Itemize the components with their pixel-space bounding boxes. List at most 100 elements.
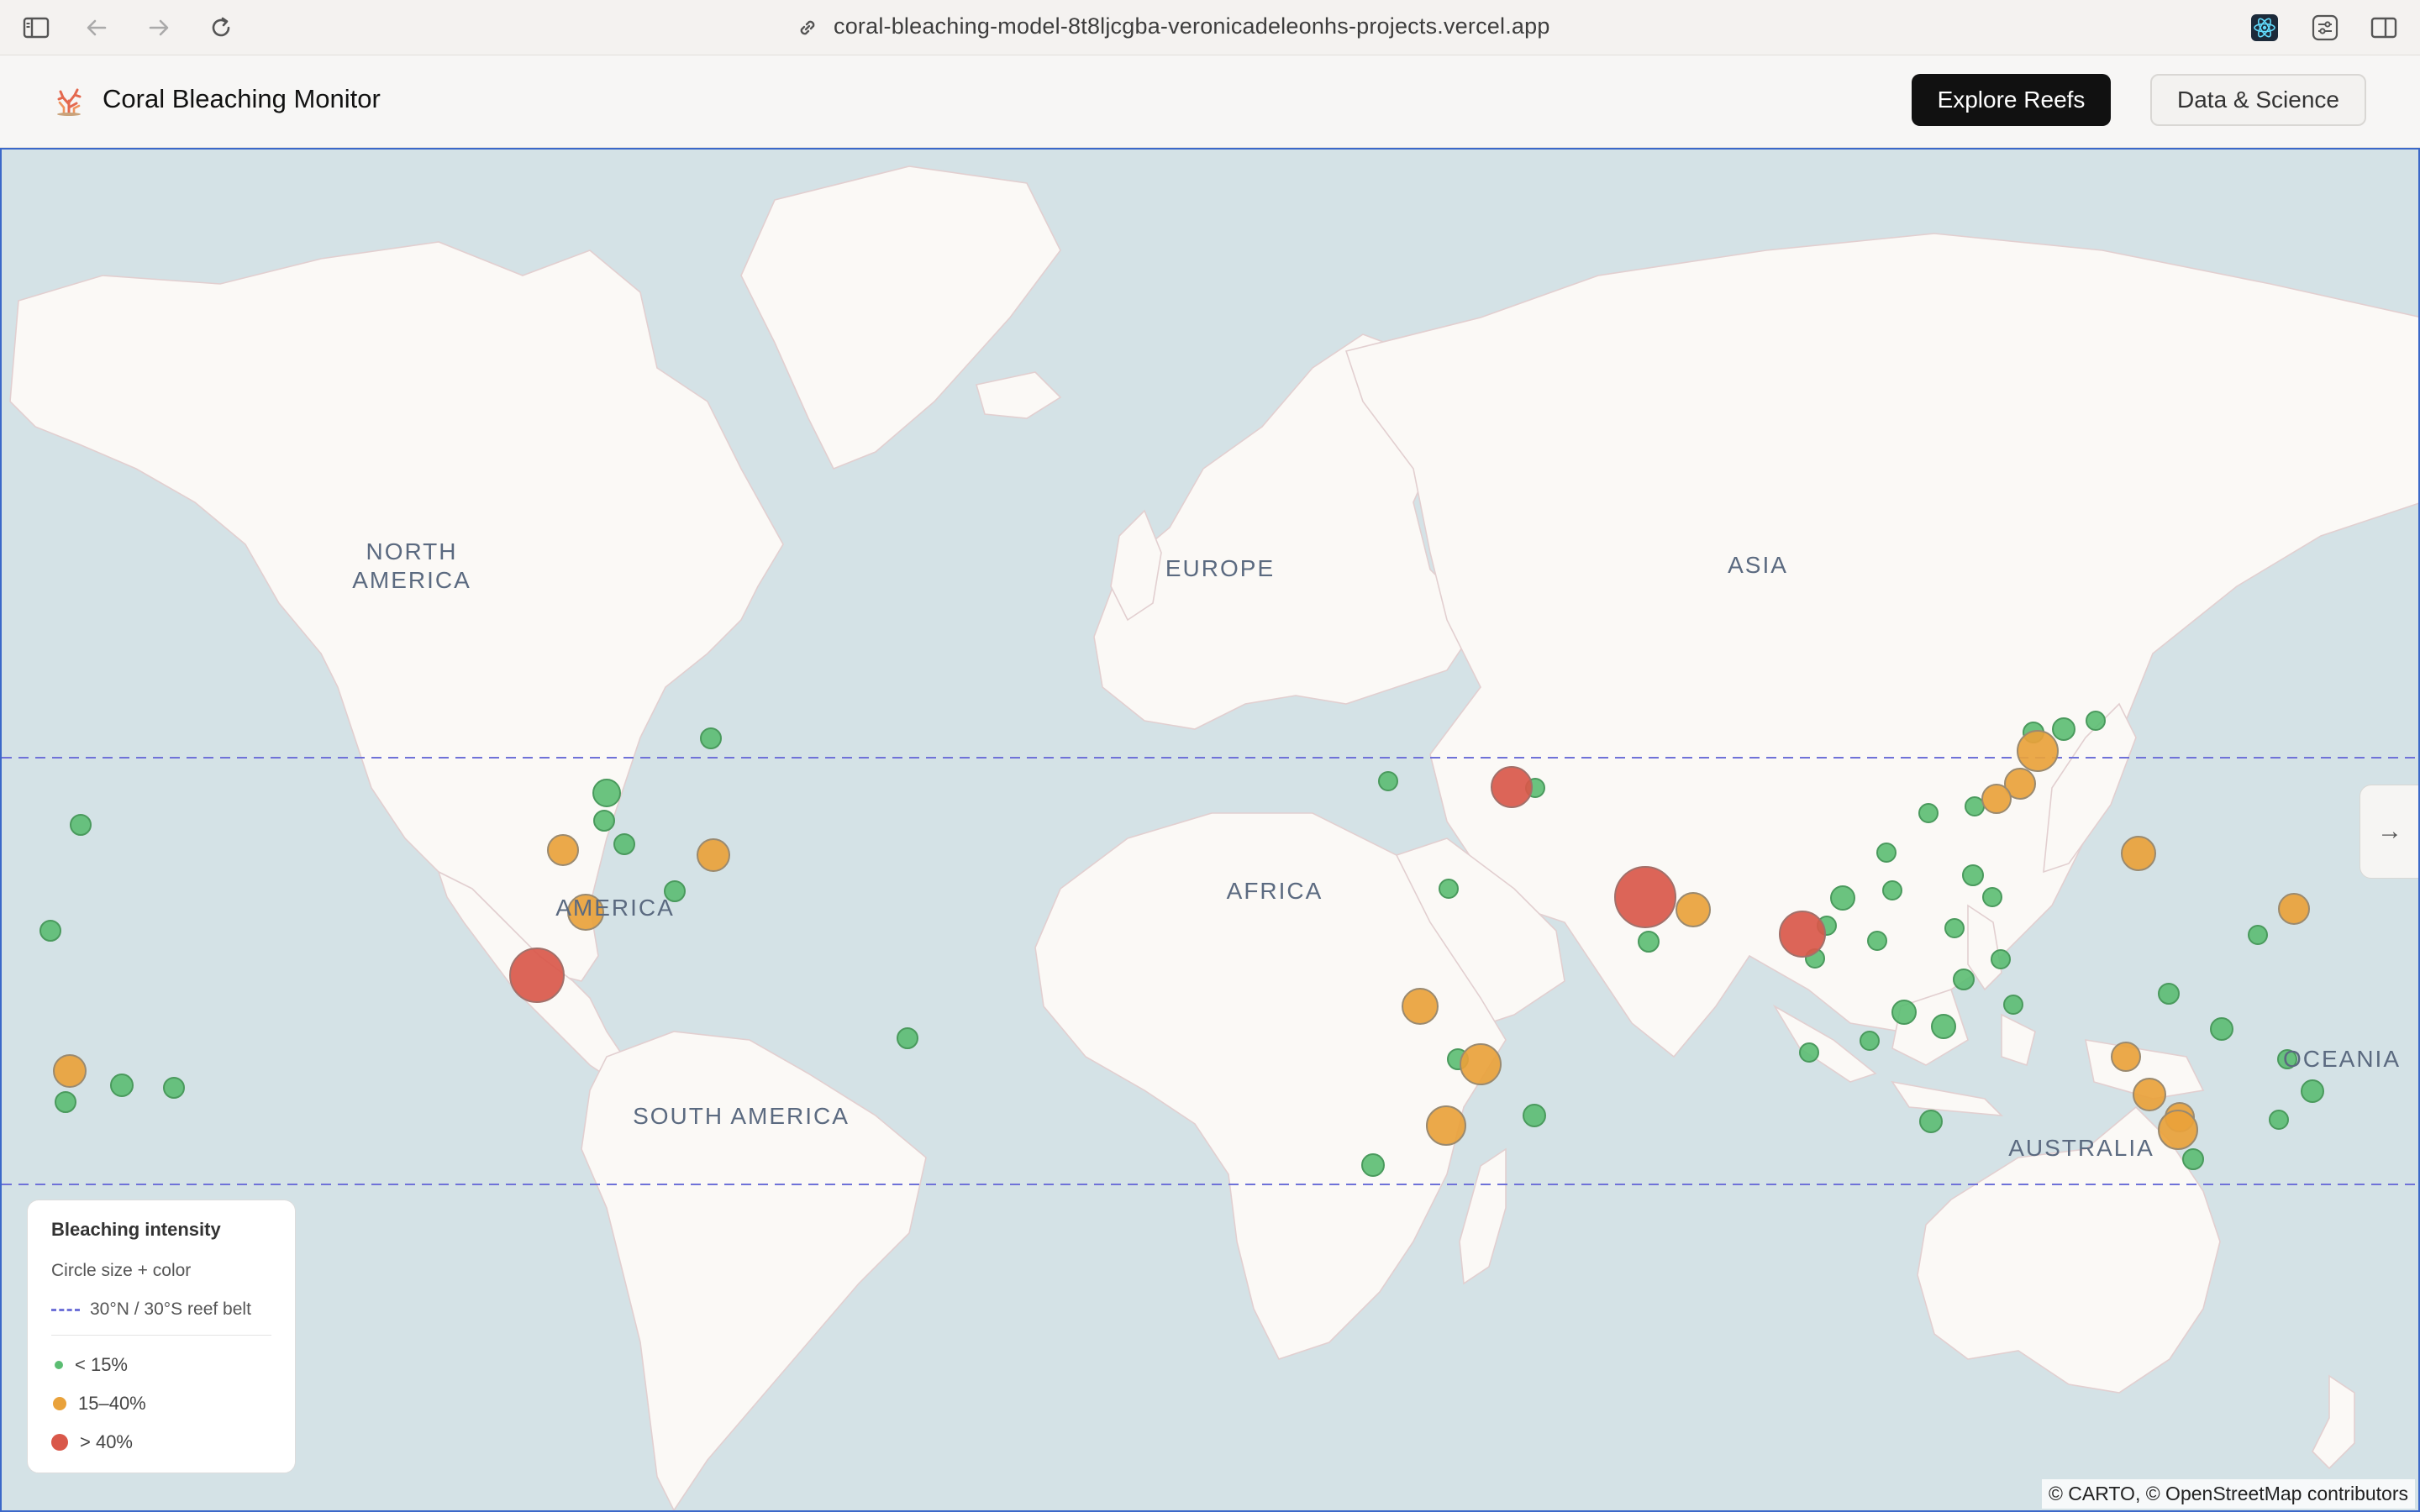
reef-marker-low (1876, 843, 1897, 863)
reef-marker-low (1523, 1104, 1546, 1127)
forward-arrow-icon[interactable] (143, 12, 175, 44)
reef-marker-medium (2278, 893, 2310, 925)
madagascar-landmass (1459, 1147, 1507, 1285)
reef-marker-low (1953, 969, 1975, 990)
label-asia: ASIA (1728, 552, 1788, 578)
reef-marker-low (2248, 925, 2268, 945)
world-map[interactable]: NORTH AMERICA AMERICA SOUTH AMERICA EURO… (0, 148, 2420, 1512)
reef-marker-low (613, 833, 635, 855)
legend-high-row: > 40% (51, 1431, 271, 1453)
reef-marker-low (700, 727, 722, 749)
reef-marker-low (593, 810, 615, 832)
explore-reefs-button[interactable]: Explore Reefs (1912, 74, 2111, 126)
label-oceania: OCEANIA (2282, 1046, 2402, 1072)
reef-marker-high (1491, 766, 1533, 808)
split-view-icon[interactable] (2368, 12, 2400, 44)
reef-marker-low (1982, 887, 2002, 907)
reef-marker-low (897, 1027, 918, 1049)
reef-marker-high (1779, 911, 1826, 958)
legend-belt-row: 30°N / 30°S reef belt (51, 1299, 271, 1336)
reef-marker-medium (2017, 730, 2059, 772)
reef-marker-medium (1426, 1105, 1466, 1146)
reef-marker-low (1891, 1000, 1917, 1025)
reef-marker-medium (1460, 1043, 1502, 1085)
reef-marker-low (1378, 771, 1398, 791)
reef-marker-medium (2158, 1110, 2198, 1150)
reef-marker-medium (2121, 836, 2156, 871)
link-icon (792, 12, 823, 44)
label-south-america: SOUTH AMERICA (633, 1103, 850, 1129)
reef-marker-low (2158, 983, 2180, 1005)
label-north-america: NORTH AMERICA (352, 538, 471, 593)
reef-marker-low (1882, 880, 1902, 900)
reef-marker-low (1860, 1031, 1880, 1051)
reef-marker-low (2003, 995, 2023, 1015)
reef-marker-low (1962, 864, 1984, 886)
react-devtools-icon[interactable] (2249, 12, 2281, 44)
reef-marker-low (1830, 885, 1855, 911)
reef-marker-low (110, 1074, 134, 1097)
data-science-button[interactable]: Data & Science (2150, 74, 2366, 126)
reef-marker-low (1799, 1042, 1819, 1063)
arrow-right-icon: → (2377, 817, 2402, 845)
coral-logo-icon (54, 86, 84, 116)
reef-marker-low (1867, 931, 1887, 951)
new-zealand-landmass (2312, 1374, 2355, 1470)
label-america: AMERICA (555, 895, 675, 921)
legend-medium-label: 15–40% (78, 1393, 146, 1414)
sidebar-toggle-icon[interactable] (20, 12, 52, 44)
reef-marker-low (2301, 1079, 2324, 1103)
reef-marker-medium (2133, 1078, 2166, 1111)
reef-marker-low (1991, 949, 2011, 969)
label-africa: AFRICA (1226, 878, 1323, 904)
reef-marker-low (2052, 717, 2075, 741)
browser-toolbar: coral-bleaching-model-8t8ljcgba-veronica… (0, 0, 2420, 55)
reef-marker-low (2269, 1110, 2289, 1130)
open-panel-button[interactable]: → (2360, 785, 2418, 879)
reef-marker-low (2086, 711, 2106, 731)
legend-belt-label: 30°N / 30°S reef belt (90, 1299, 251, 1319)
label-europe: EUROPE (1165, 555, 1276, 581)
iceland-landmass (975, 371, 1062, 419)
reef-marker-low (55, 1091, 76, 1113)
legend-title: Bleaching intensity (51, 1219, 221, 1240)
app-title: Coral Bleaching Monitor (103, 84, 381, 113)
orange-dot-icon (53, 1397, 66, 1410)
reef-marker-low (1439, 879, 1459, 899)
legend-subtitle: Circle size + color (51, 1261, 192, 1280)
map-canvas (2, 165, 2418, 1510)
legend-medium-row: 15–40% (51, 1393, 271, 1415)
reef-marker-low (163, 1077, 185, 1099)
reef-marker-low (2182, 1148, 2204, 1170)
address-bar[interactable]: coral-bleaching-model-8t8ljcgba-veronica… (834, 13, 1550, 39)
reef-marker-low (1638, 931, 1660, 953)
small-green-dot-icon (55, 1361, 63, 1369)
reef-marker-low (2210, 1017, 2233, 1041)
reef-marker-low (1361, 1153, 1385, 1177)
north-america-landmass (9, 241, 784, 982)
bleaching-legend: Bleaching intensity Circle size + color … (27, 1200, 296, 1473)
dashed-line-icon (51, 1308, 80, 1311)
extension-sliders-icon[interactable] (2309, 12, 2341, 44)
reef-marker-low (1919, 1110, 1943, 1133)
app-header: Coral Bleaching Monitor Explore Reefs Da… (0, 55, 2420, 148)
reload-icon[interactable] (205, 12, 237, 44)
legend-low-row: < 15% (51, 1354, 271, 1376)
legend-low-label: < 15% (75, 1354, 128, 1375)
reef-marker-medium (547, 834, 579, 866)
reef-marker-medium (1981, 784, 2012, 814)
greenland-landmass (740, 165, 1061, 470)
back-arrow-icon[interactable] (81, 12, 113, 44)
reef-marker-low (1931, 1014, 1956, 1039)
reef-marker-high (509, 948, 565, 1003)
reef-marker-medium (2111, 1042, 2141, 1072)
reef-marker-medium (697, 838, 730, 872)
reef-marker-low (592, 779, 621, 807)
map-attribution[interactable]: © CARTO, © OpenStreetMap contributors (2041, 1479, 2415, 1509)
reef-marker-low (1965, 796, 1985, 816)
legend-high-label: > 40% (80, 1431, 133, 1452)
reef-marker-medium (1402, 988, 1439, 1025)
reef-marker-low (1918, 803, 1939, 823)
reef-marker-medium (1676, 892, 1711, 927)
reef-marker-high (1614, 866, 1676, 928)
